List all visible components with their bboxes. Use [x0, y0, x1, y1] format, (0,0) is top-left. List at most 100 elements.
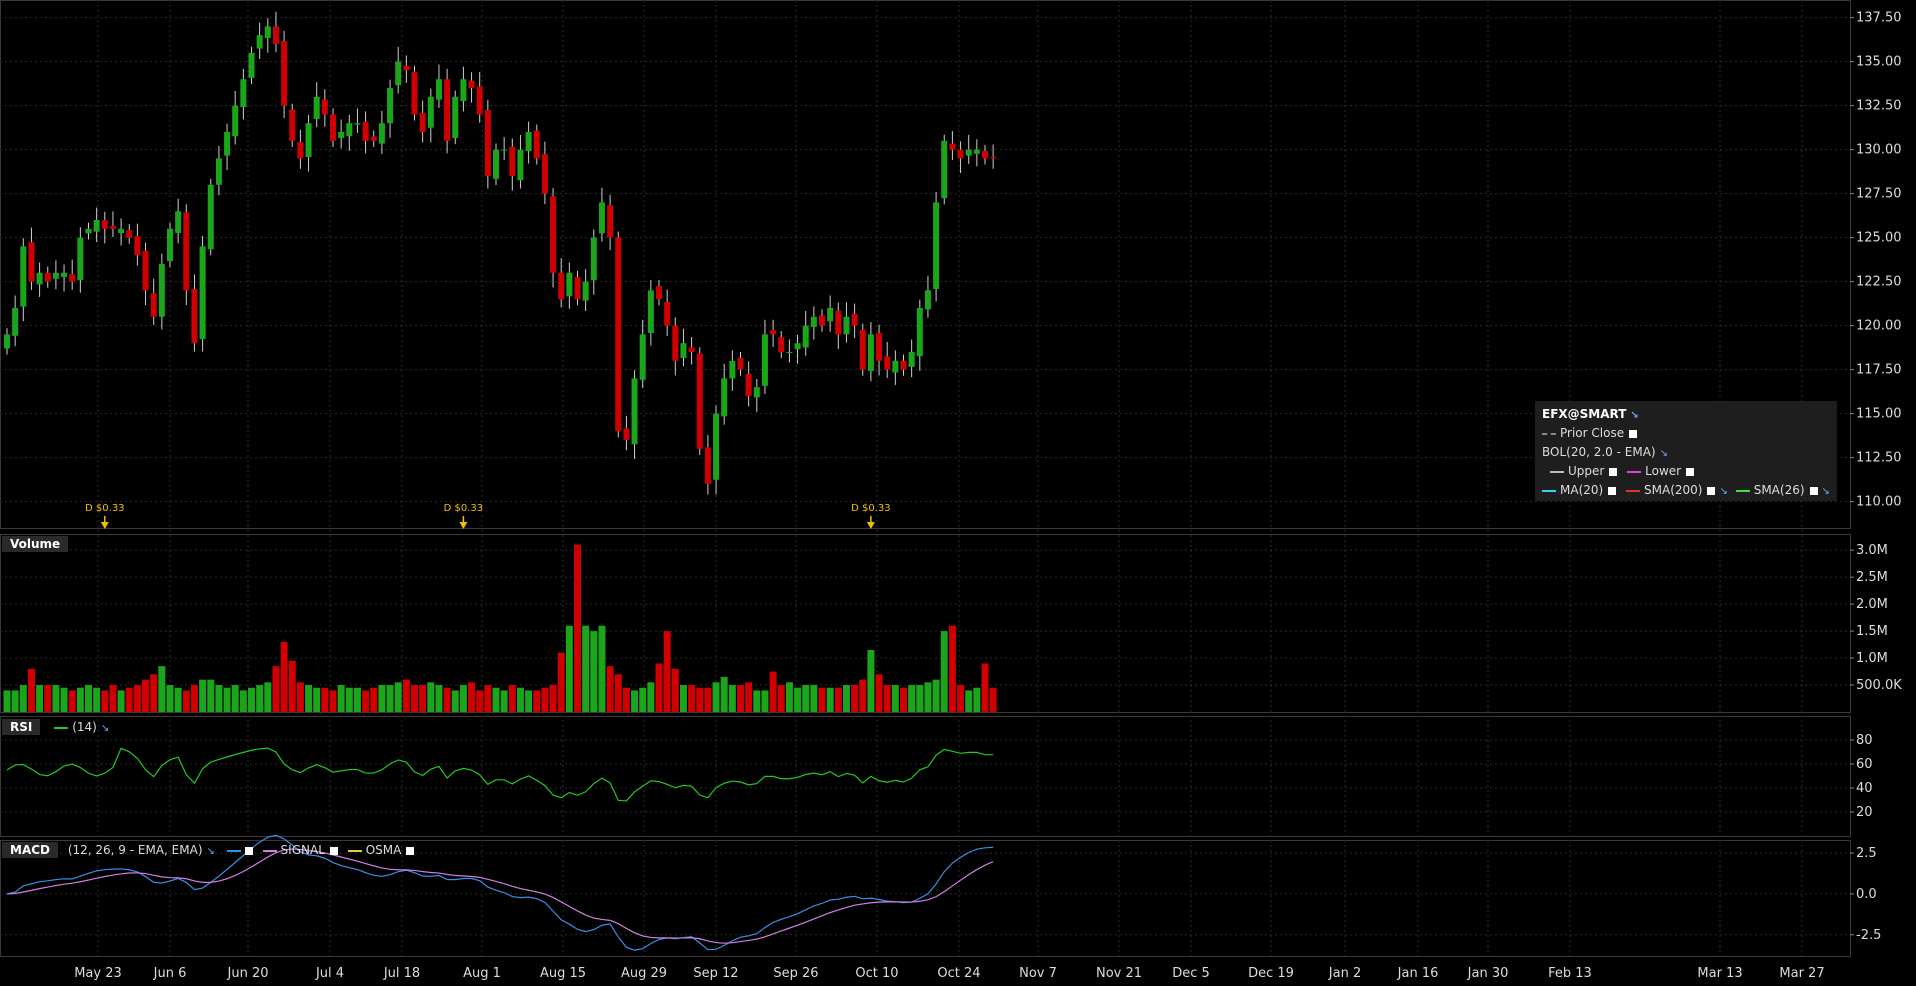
checkbox-icon[interactable] — [1686, 467, 1695, 476]
candle-body — [28, 242, 35, 282]
candle — [680, 328, 687, 367]
volume-bar — [239, 690, 247, 712]
candle — [248, 46, 255, 84]
checkbox-icon[interactable] — [1809, 486, 1818, 495]
candle — [794, 334, 801, 364]
volume-bar — [44, 685, 52, 712]
volume-bar — [3, 690, 11, 712]
candle-body — [656, 286, 662, 300]
candle — [509, 138, 516, 191]
candle — [362, 111, 369, 154]
candle-body — [338, 132, 345, 138]
rsi-line — [6, 747, 994, 802]
line-swatch-icon — [1627, 470, 1642, 473]
checkbox-icon[interactable] — [1629, 429, 1638, 438]
volume-bar — [174, 687, 182, 712]
candle — [973, 139, 980, 167]
volume-bar — [158, 666, 166, 712]
candle — [321, 89, 328, 127]
candle — [44, 266, 51, 288]
candle — [876, 324, 883, 376]
macd-y-tick-label: 0.0 — [1856, 887, 1877, 902]
volume-bar — [525, 690, 533, 712]
candle — [990, 144, 997, 169]
candle-body — [615, 237, 622, 432]
volume-bar — [337, 685, 345, 712]
candle-body — [729, 360, 736, 379]
candle — [313, 82, 320, 128]
macd-y-tick-label: -2.5 — [1856, 928, 1881, 943]
line-swatch-icon — [262, 849, 277, 852]
candle-body — [908, 352, 915, 367]
candle — [525, 121, 532, 164]
candle — [533, 124, 540, 165]
candle — [460, 66, 467, 112]
volume-bar — [166, 685, 174, 712]
dropdown-icon[interactable]: ↘ — [1719, 486, 1727, 497]
candle — [493, 143, 499, 185]
checkbox-icon[interactable] — [329, 846, 338, 855]
dropdown-icon[interactable]: ↘ — [1822, 486, 1830, 497]
candle — [224, 123, 231, 171]
checkbox-icon[interactable] — [406, 846, 415, 855]
candle — [150, 278, 157, 326]
volume-bar — [386, 685, 394, 712]
candle-body — [199, 246, 206, 339]
checkbox-icon[interactable] — [1609, 467, 1618, 476]
dropdown-icon[interactable]: ↘ — [101, 723, 109, 734]
candle — [590, 229, 597, 295]
legend-bol: BOL(20, 2.0 - EMA) — [1542, 445, 1656, 459]
candle — [729, 350, 736, 391]
candle-body — [289, 109, 296, 141]
candle-body — [982, 151, 988, 159]
candle — [843, 302, 850, 343]
volume-bar — [802, 685, 810, 712]
volume-bar — [321, 687, 329, 712]
candle — [36, 262, 43, 297]
candle-body — [696, 353, 703, 449]
price-legend[interactable]: EFX@SMART ↘ Prior Close BOL(20, 2.0 - EMA… — [1535, 401, 1837, 501]
candle-body — [713, 413, 720, 480]
checkbox-icon[interactable] — [244, 846, 253, 855]
candle-body — [109, 225, 116, 229]
rsi-panel-header[interactable]: RSI (14) ↘ — [2, 719, 109, 735]
candle-body — [419, 112, 426, 132]
volume-bar — [459, 685, 467, 712]
candle-body — [933, 202, 940, 289]
x-tick-label: Mar 27 — [1779, 966, 1824, 981]
candle-body — [664, 302, 671, 326]
volume-bar — [614, 674, 622, 712]
volume-bar — [125, 687, 133, 712]
macd-label: MACD — [2, 842, 58, 858]
candle-body — [61, 272, 68, 278]
candle — [810, 306, 817, 340]
candle-body — [582, 281, 589, 301]
macd-y-tick-label: 2.5 — [1856, 846, 1877, 861]
volume-bar — [313, 687, 321, 712]
volume-bar — [451, 690, 459, 712]
candle-body — [484, 110, 491, 176]
candle-body — [509, 146, 516, 176]
candle — [395, 46, 402, 94]
candle-body — [802, 325, 809, 348]
candle — [142, 242, 149, 306]
candle-body — [517, 149, 524, 181]
candle — [713, 405, 720, 495]
volume-bar — [574, 544, 581, 712]
x-tick-label: Jun 20 — [227, 966, 269, 981]
checkbox-icon[interactable] — [1707, 486, 1716, 495]
candle-body — [297, 142, 304, 159]
candle-body — [395, 61, 402, 86]
x-tick-label: Sep 26 — [773, 966, 818, 981]
macd-panel-header[interactable]: MACD (12, 26, 9 - EMA, EMA) ↘ SIGNAL OSMA — [2, 842, 415, 858]
candle — [370, 130, 377, 147]
candle — [982, 144, 988, 165]
dropdown-icon[interactable]: ↘ — [1630, 410, 1638, 421]
volume-bar — [647, 682, 655, 712]
volume-bar — [199, 679, 207, 712]
checkbox-icon[interactable] — [1608, 486, 1617, 495]
volume-bar — [924, 682, 932, 712]
candle — [126, 224, 133, 244]
dropdown-icon[interactable]: ↘ — [207, 846, 215, 857]
dropdown-icon[interactable]: ↘ — [1660, 448, 1668, 459]
